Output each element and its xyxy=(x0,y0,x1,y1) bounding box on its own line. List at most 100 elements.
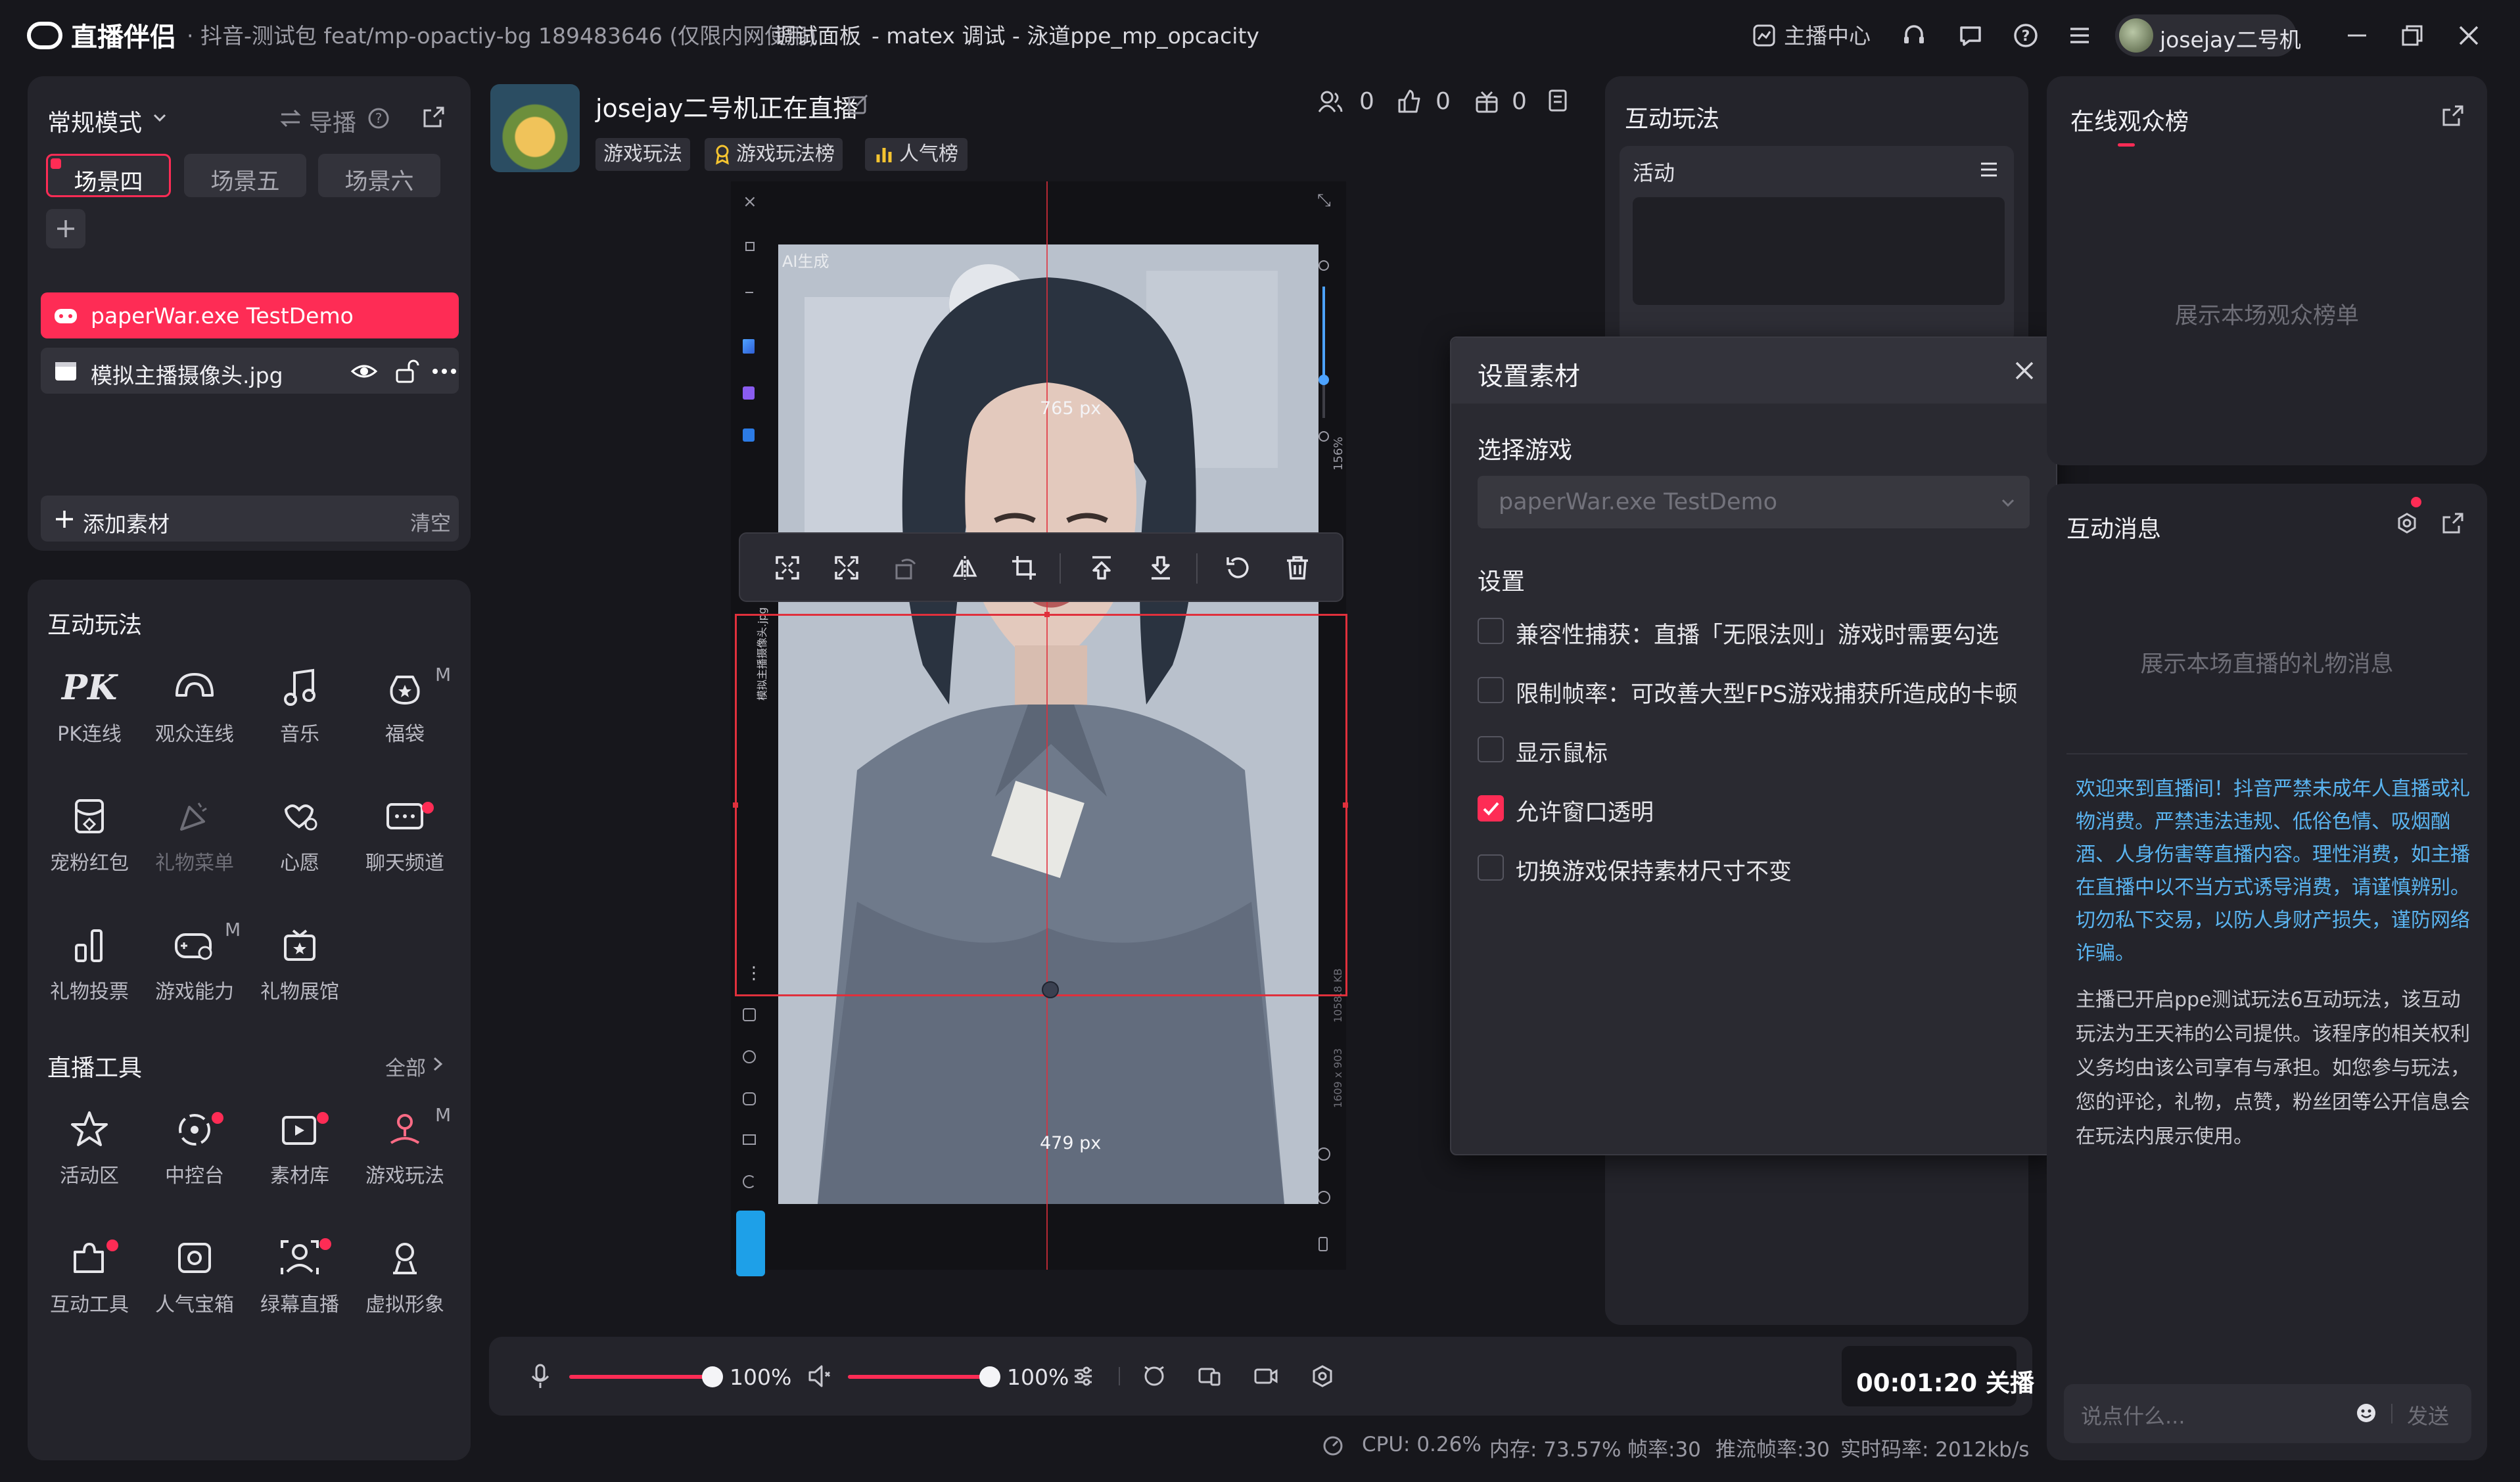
feather-icon[interactable] xyxy=(743,339,755,354)
expand-icon[interactable]: ⤡ xyxy=(1317,191,1331,211)
interactive-tools-button[interactable]: 互动工具 xyxy=(37,1232,142,1317)
bring-to-top-button[interactable] xyxy=(1082,548,1121,588)
virtual-avatar-button[interactable]: 虚拟形象 xyxy=(352,1232,457,1317)
close-icon[interactable]: × xyxy=(743,192,757,212)
zoom-reset-icon[interactable] xyxy=(1318,431,1329,442)
reset-button[interactable] xyxy=(1219,548,1258,588)
headset-icon[interactable] xyxy=(1900,21,1928,50)
option-checkbox-transparency[interactable] xyxy=(1478,795,1504,822)
control-center-button[interactable]: 中控台 xyxy=(142,1103,247,1188)
microphone-icon[interactable] xyxy=(527,1362,553,1391)
tool-icon-c[interactable] xyxy=(743,1092,756,1105)
refresh-icon[interactable] xyxy=(743,1175,756,1188)
selection-box[interactable] xyxy=(733,612,1348,998)
performance-icon[interactable] xyxy=(1320,1433,1346,1459)
help-icon[interactable]: ? xyxy=(2011,21,2040,50)
notes-icon[interactable] xyxy=(1546,88,1572,114)
eye-icon[interactable] xyxy=(350,357,379,386)
fan-red-packet-button[interactable]: 宠粉红包 xyxy=(37,790,142,875)
gift-vote-button[interactable]: 礼物投票 xyxy=(37,919,142,1004)
wish-button[interactable]: 心愿 xyxy=(247,790,352,875)
close-icon[interactable] xyxy=(2011,358,2038,384)
popout-icon[interactable] xyxy=(2440,103,2466,129)
mic-volume-handle[interactable] xyxy=(702,1366,723,1387)
audience-link-button[interactable]: 观众连线 xyxy=(142,661,247,747)
anchor-handle[interactable] xyxy=(1042,981,1059,998)
chevron-right-icon[interactable] xyxy=(430,1054,446,1074)
add-source-button[interactable]: 添加素材 xyxy=(83,507,170,538)
tool-icon-a[interactable] xyxy=(743,1008,756,1021)
gift-gallery-button[interactable]: 礼物展馆 xyxy=(247,919,352,1004)
option-checkbox-cursor[interactable] xyxy=(1478,736,1504,762)
option-checkbox-compat[interactable] xyxy=(1478,618,1504,644)
anchor-center-icon[interactable] xyxy=(1751,22,1777,49)
game-select[interactable]: paperWar.exe TestDemo xyxy=(1478,476,2030,528)
activity-content[interactable] xyxy=(1633,197,2005,305)
message-icon[interactable] xyxy=(1956,21,1985,50)
resize-handle[interactable] xyxy=(1343,802,1348,808)
emoji-icon[interactable] xyxy=(2353,1400,2379,1426)
tool-icon-b[interactable] xyxy=(743,1050,756,1063)
tools-all-link[interactable]: 全部 xyxy=(385,1052,426,1081)
send-button[interactable]: 发送 xyxy=(2407,1400,2449,1430)
source-item-camera[interactable]: 模拟主播摄像头.jpg xyxy=(41,348,459,394)
source-item-game[interactable]: paperWar.exe TestDemo xyxy=(41,292,459,338)
chevron-down-icon[interactable] xyxy=(150,108,170,127)
fit-screen-button[interactable] xyxy=(768,548,807,588)
audio-settings-icon[interactable] xyxy=(1070,1363,1096,1389)
audience-title[interactable]: 在线观众榜 xyxy=(2070,103,2189,137)
clear-sources-button[interactable]: 清空 xyxy=(410,507,451,536)
tag-game[interactable]: 游戏玩法 xyxy=(595,138,690,171)
list-icon[interactable] xyxy=(1977,158,2001,181)
popout-icon[interactable] xyxy=(2440,510,2466,536)
send-to-bottom-button[interactable] xyxy=(1141,548,1180,588)
popularity-box-button[interactable]: 人气宝箱 xyxy=(142,1232,247,1317)
tool-icon-d[interactable] xyxy=(743,1134,756,1145)
screen-mirror-icon[interactable] xyxy=(1196,1363,1223,1389)
user-chip[interactable]: josejay二号机 xyxy=(2115,14,2301,57)
mode-selector[interactable]: 常规模式 xyxy=(47,104,142,138)
purple-app-icon[interactable] xyxy=(743,386,755,400)
tag-game-rank[interactable]: 游戏玩法榜 xyxy=(705,138,843,171)
anchor-center-link[interactable]: 主播中心 xyxy=(1784,18,1871,50)
resize-handle[interactable] xyxy=(733,802,738,808)
plus-icon[interactable] xyxy=(53,507,76,531)
minimize-icon[interactable] xyxy=(2343,21,2371,50)
music-button[interactable]: 音乐 xyxy=(247,661,352,747)
guide-label[interactable]: 导播 xyxy=(309,104,356,138)
end-stream-button[interactable]: 00:01:20 关播 xyxy=(1842,1346,2034,1406)
close-icon[interactable] xyxy=(2454,21,2483,50)
green-screen-button[interactable]: 绿幕直播 xyxy=(247,1232,352,1317)
restore-icon[interactable] xyxy=(2398,21,2427,50)
asset-library-button[interactable]: 素材库 xyxy=(247,1103,352,1188)
preview-canvas[interactable]: × 模拟主播摄像头.jpg ⋮ ⤡ 156% 1058.8 KB 1609 x … xyxy=(731,181,1348,1276)
guide-help-icon[interactable]: ? xyxy=(365,105,392,131)
camera-icon[interactable] xyxy=(1253,1363,1279,1389)
fill-screen-button[interactable] xyxy=(827,548,866,588)
menu-icon[interactable] xyxy=(2065,21,2094,50)
chat-input-box[interactable]: 说点什么... 发送 xyxy=(2064,1384,2471,1443)
target-icon[interactable] xyxy=(1318,260,1329,271)
delete-button[interactable] xyxy=(1278,548,1317,588)
chat-channel-button[interactable]: 聊天频道 xyxy=(352,790,457,875)
speaker-icon[interactable] xyxy=(806,1362,835,1391)
more-icon[interactable] xyxy=(430,357,459,386)
minus-icon[interactable] xyxy=(745,292,753,293)
activity-zone-button[interactable]: 活动区 xyxy=(37,1103,142,1188)
tab-scene-6[interactable]: 场景六 xyxy=(318,154,440,197)
popout-icon[interactable] xyxy=(421,104,447,130)
play-small-icon[interactable] xyxy=(1317,1191,1330,1204)
option-checkbox-fps-limit[interactable] xyxy=(1478,677,1504,703)
phone-small-icon[interactable] xyxy=(1318,1237,1328,1251)
debug-panel-link[interactable]: 调试面板 xyxy=(774,18,861,50)
settings-small-icon[interactable] xyxy=(1317,1147,1330,1161)
unlock-icon[interactable] xyxy=(392,357,421,386)
add-scene-button[interactable] xyxy=(46,209,85,248)
tab-scene-5[interactable]: 场景五 xyxy=(184,154,306,197)
frame-icon[interactable] xyxy=(745,242,755,251)
tab-scene-4[interactable]: 场景四 xyxy=(46,154,171,197)
guide-switch-icon[interactable] xyxy=(277,106,304,130)
settings-icon[interactable] xyxy=(2394,510,2420,536)
option-checkbox-keep-size[interactable] xyxy=(1478,854,1504,881)
zoom-slider-handle[interactable] xyxy=(1318,375,1329,385)
